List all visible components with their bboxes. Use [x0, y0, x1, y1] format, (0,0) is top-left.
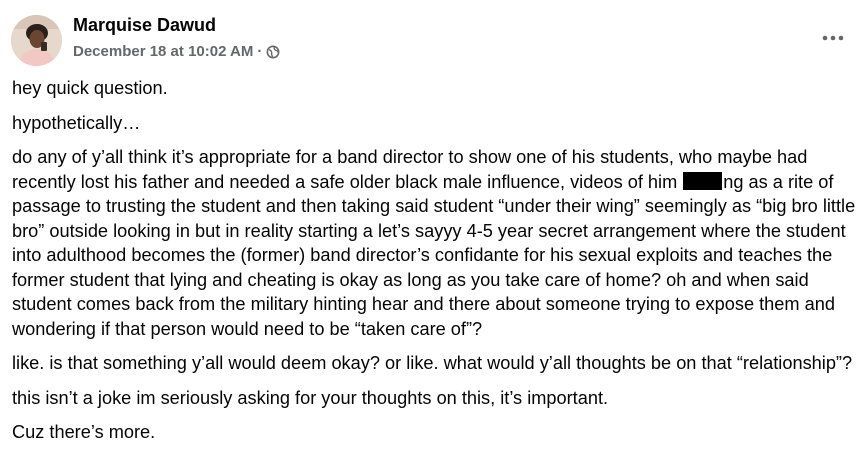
more-options-icon[interactable] [819, 30, 847, 46]
post-paragraph: this isn’t a joke im seriously asking fo… [12, 387, 609, 408]
timestamp-link[interactable]: December 18 at 10:02 AM [73, 43, 253, 60]
post-paragraph: do any of y’all think it’s appropriate f… [12, 145, 864, 341]
post-meta: December 18 at 10:02 AM · [73, 43, 280, 60]
post-paragraph: hey quick question. [12, 78, 168, 98]
globe-icon[interactable] [266, 45, 280, 59]
author-name[interactable]: Marquise Dawud [73, 15, 216, 36]
paragraph-text-after-redaction: ng as a rite of passage to trusting the … [12, 171, 856, 339]
redaction-bar [683, 171, 723, 190]
avatar[interactable] [11, 15, 62, 66]
post-body: hey quick question. hypothetically… do a… [12, 76, 864, 455]
meta-separator: · [257, 43, 263, 60]
post-paragraph: hypothetically… [12, 112, 141, 133]
facebook-post: Marquise Dawud December 18 at 10:02 AM ·… [0, 0, 867, 472]
post-paragraph: Cuz there’s more. [12, 422, 156, 442]
post-paragraph: like. is that something y’all would deem… [12, 353, 853, 373]
